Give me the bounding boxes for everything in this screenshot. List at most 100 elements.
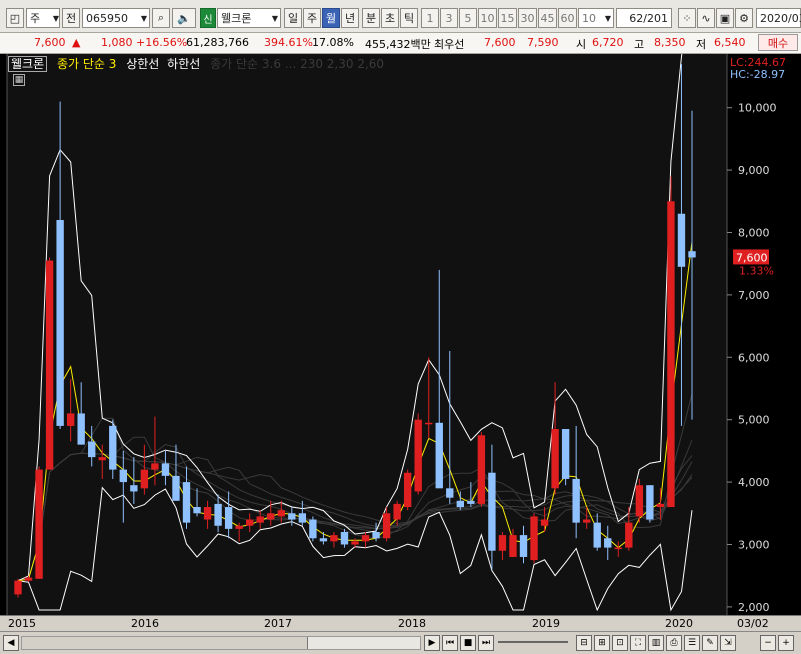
save-icon[interactable]: ▣ (716, 8, 734, 28)
last-icon[interactable]: ⏭ (478, 635, 494, 651)
candle-body (635, 485, 644, 517)
chart-layout-icon[interactable]: ◰ (6, 8, 24, 28)
prev-button[interactable]: 전 (62, 8, 80, 28)
candle-body (372, 532, 380, 539)
candle-body (66, 413, 75, 426)
candle-body (477, 435, 486, 504)
volume-value: 61,283,766 (186, 36, 249, 49)
code-input[interactable]: 065950 ▼ (82, 8, 150, 28)
x-label: 2015 (8, 617, 36, 630)
page-field[interactable]: 62/201 (616, 8, 672, 28)
zigzag-icon[interactable]: ∿ (697, 8, 715, 28)
search-icon[interactable]: ⌕ (152, 8, 170, 28)
period-year[interactable]: 년 (341, 8, 359, 28)
y-tick-label: 9,000 (738, 164, 770, 177)
chart-type-icon[interactable]: ▥ (648, 635, 664, 651)
candle-body (530, 516, 538, 561)
scroll-track[interactable] (21, 636, 421, 650)
stock-name-field[interactable]: 웰크론 ▼ (217, 8, 281, 28)
minus-icon[interactable]: − (760, 635, 776, 651)
candle-body (45, 260, 54, 470)
candle-body (425, 422, 433, 425)
candle-body (298, 513, 307, 523)
chart-navigator: ◀ ▶ ⏮ ■ ⏭ ⊟ ⊞ ⊡ ⛶ ▥ ⎙ ☰ ✎ ⇲ − + (0, 631, 801, 654)
top-toolbar: ◰ 주 ▼ 전 065950 ▼ ⌕ 🔈 신 웰크론 ▼ 일 주 월 년 분 초 틱 … (0, 0, 801, 33)
gear-icon[interactable]: ⚙ (735, 8, 753, 28)
change-percent: +16.56% (136, 36, 188, 49)
period-month[interactable]: 월 (322, 8, 340, 28)
num-button[interactable]: 1 (421, 8, 439, 28)
scroll-thumb[interactable] (22, 637, 308, 649)
y-tick-label: 10,000 (738, 102, 777, 115)
candle-body (267, 513, 275, 520)
legend-upper[interactable]: 상한선 (126, 57, 159, 71)
interval-minute[interactable]: 분 (362, 8, 380, 28)
num-button[interactable]: 45 (538, 8, 557, 28)
candle-body (256, 516, 264, 523)
date-field[interactable]: 2020/03 (756, 8, 801, 28)
candle-body (140, 469, 149, 489)
x-label: 2016 (131, 617, 159, 630)
candle-body (498, 535, 507, 551)
candle-body (688, 251, 696, 258)
zoom-in-icon[interactable]: ⊞ (594, 635, 610, 651)
legend-ma[interactable]: 종가 단순 3 (57, 57, 116, 71)
price-tag-percent: 1.33% (739, 264, 774, 277)
high-price: 8,350 (654, 36, 686, 49)
candle-body (340, 532, 349, 545)
interval-tick[interactable]: 틱 (400, 8, 418, 28)
num-button[interactable]: 10 (478, 8, 497, 28)
num-button[interactable]: 60 (558, 8, 577, 28)
first-icon[interactable]: ⏮ (442, 635, 458, 651)
zoom-out-icon[interactable]: ⊟ (576, 635, 592, 651)
stop-icon[interactable]: ■ (460, 635, 476, 651)
candle-body (182, 482, 191, 523)
buy-button[interactable]: 매수 (758, 34, 798, 51)
period-day[interactable]: 일 (284, 8, 302, 28)
num-button[interactable]: 5 (459, 8, 477, 28)
candle-body (109, 425, 117, 470)
scroll-left-icon[interactable]: ◀ (3, 635, 19, 651)
candle-body (172, 475, 180, 501)
candle-body (319, 538, 328, 542)
legend-stock-name[interactable]: 웰크론 (8, 56, 48, 72)
plus-icon[interactable]: + (778, 635, 794, 651)
candle-body (488, 472, 496, 551)
grid-icon[interactable]: ⁘ (678, 8, 696, 28)
candle (35, 466, 43, 579)
x-label: 2017 (264, 617, 292, 630)
num-button[interactable]: 30 (518, 8, 537, 28)
type-select[interactable]: 주 ▼ (26, 8, 60, 28)
interval-second[interactable]: 초 (381, 8, 399, 28)
price-chart[interactable]: 10,000 9,000 8,000 7,000 6,000 5,000 4,000 3,00… (0, 54, 801, 615)
table-icon[interactable]: ▦ (13, 74, 25, 86)
candle-body (35, 469, 43, 579)
x-label: 2018 (398, 617, 426, 630)
candle-body (151, 463, 159, 470)
scroll-right-icon[interactable]: ▶ (424, 635, 440, 651)
print-icon[interactable]: ⎙ (666, 635, 682, 651)
expand-icon[interactable]: ⇲ (720, 635, 736, 651)
zoom-slider[interactable] (498, 641, 568, 643)
candle-body (551, 429, 559, 489)
period-week[interactable]: 주 (303, 8, 321, 28)
legend-faded: 종가 단순 3.6 ... 230 2,30 2,60 (210, 57, 385, 71)
fit-icon[interactable]: ⊡ (612, 635, 628, 651)
speaker-icon[interactable]: 🔈 (172, 8, 196, 28)
legend-lower[interactable]: 하한선 (167, 57, 200, 71)
settings-icon[interactable]: ✎ (702, 635, 718, 651)
candle-body (130, 485, 138, 492)
num-button[interactable]: 15 (498, 8, 517, 28)
candle-body (330, 535, 338, 542)
candle-body (224, 507, 233, 529)
candle (530, 513, 538, 564)
candle-body (203, 507, 212, 520)
fullscreen-icon[interactable]: ⛶ (630, 635, 646, 651)
num-button[interactable]: 3 (440, 8, 458, 28)
list-icon[interactable]: ☰ (684, 635, 700, 651)
candle-body (446, 488, 454, 498)
y-tick-label: 7,000 (738, 289, 770, 302)
chart-area[interactable]: 10,000 9,000 8,000 7,000 6,000 5,000 4,000 3,00… (0, 54, 801, 653)
ask-price: 7,600 (484, 36, 516, 49)
count-select[interactable]: 10 ▼ (578, 8, 614, 28)
